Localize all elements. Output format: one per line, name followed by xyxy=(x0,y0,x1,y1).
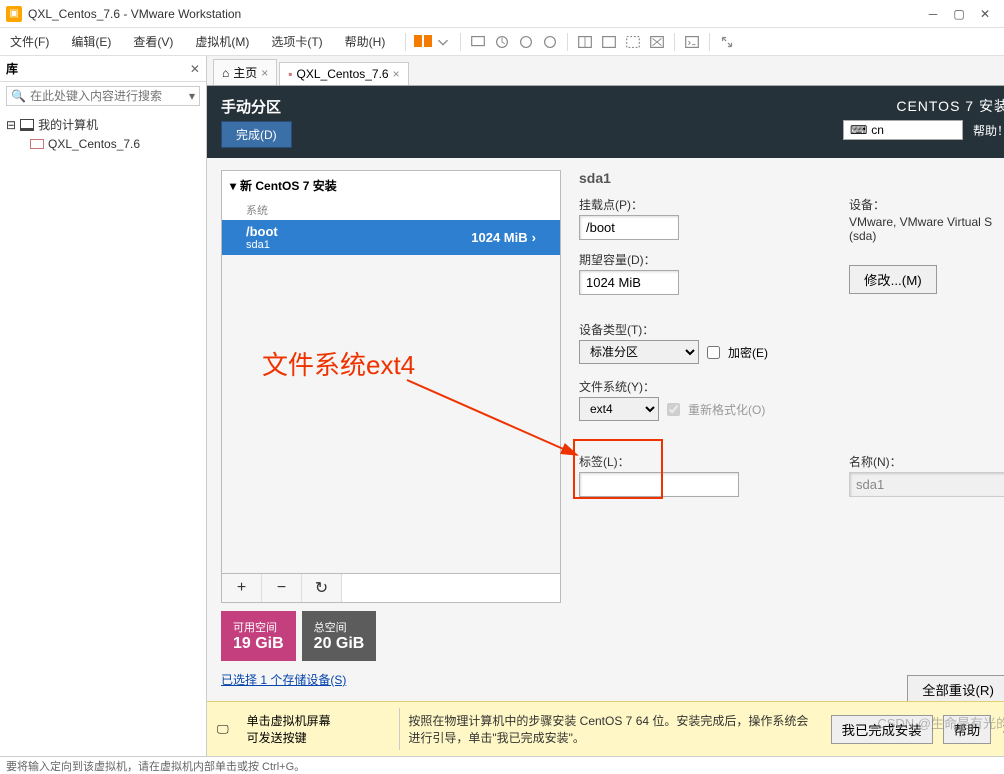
installer-header-title: 手动分区 xyxy=(221,96,292,117)
encrypt-checkbox[interactable] xyxy=(707,346,720,359)
available-space-label: 可用空间 xyxy=(233,619,284,635)
help-button[interactable]: 帮助 xyxy=(943,715,992,744)
window-title: QXL_Centos_7.6 - VMware Workstation xyxy=(28,7,926,21)
total-space-value: 20 GiB xyxy=(314,635,365,653)
yellowbar-hint1: 单击虚拟机屏幕 可发送按键 xyxy=(239,708,390,750)
status-bar: 要将输入定向到该虚拟机，请在虚拟机内部单击或按 Ctrl+G。 xyxy=(0,756,1004,774)
menu-view[interactable]: 查看(V) xyxy=(129,31,177,52)
close-icon[interactable]: ✕ xyxy=(978,7,992,21)
available-space-box: 可用空间 19 GiB xyxy=(221,611,296,661)
done-button[interactable]: 完成(D) xyxy=(221,121,292,148)
capacity-label: 期望容量(D)： xyxy=(579,251,809,268)
sidebar-search[interactable]: 🔍 ▾ xyxy=(6,86,200,106)
menu-tabs[interactable]: 选项卡(T) xyxy=(267,31,326,52)
menu-help[interactable]: 帮助(H) xyxy=(341,31,390,52)
annotation-arrow-icon xyxy=(402,375,592,475)
collapse-arrow-icon: ▾ xyxy=(230,179,236,193)
add-partition-button[interactable]: + xyxy=(222,574,262,602)
vm-icon xyxy=(30,139,44,149)
mountpoint-label: 挂载点(P)： xyxy=(579,196,809,213)
partition-device: sda1 xyxy=(246,239,278,251)
keyboard-icon: ⌨ xyxy=(850,123,867,137)
pause-icon[interactable] xyxy=(414,35,428,49)
reload-button[interactable]: ↻ xyxy=(302,574,342,602)
total-space-label: 总空间 xyxy=(314,619,365,635)
highlight-box xyxy=(573,439,663,499)
tab-vm-label: QXL_Centos_7.6 xyxy=(297,67,389,81)
menu-file[interactable]: 文件(F) xyxy=(6,31,53,52)
name-label: 名称(N)： xyxy=(849,453,1004,470)
home-icon: ⌂ xyxy=(222,66,229,80)
devtype-label: 设备类型(T)： xyxy=(579,321,809,338)
total-space-box: 总空间 20 GiB xyxy=(302,611,377,661)
encrypt-checkbox-label[interactable]: 加密(E) xyxy=(707,344,768,361)
toolbar-snapshot-icon[interactable] xyxy=(493,33,511,51)
tab-vm-close-icon[interactable]: × xyxy=(393,67,400,81)
tab-home-label: 主页 xyxy=(233,64,257,81)
device-name-heading: sda1 xyxy=(579,170,1004,186)
search-icon: 🔍 xyxy=(11,89,26,103)
storage-link[interactable]: 已选择 1 个存储设备(S) xyxy=(221,671,561,688)
sidebar-close-icon[interactable]: ✕ xyxy=(190,62,200,76)
toolbar-clock1-icon[interactable] xyxy=(517,33,535,51)
tab-home-close-icon[interactable]: × xyxy=(261,66,268,80)
device-label: 设备： xyxy=(849,196,1004,213)
chevron-right-icon: › xyxy=(532,230,536,245)
keyboard-selector[interactable]: ⌨ cn xyxy=(843,120,963,140)
tab-home[interactable]: ⌂ 主页 × xyxy=(213,59,277,85)
menu-vm[interactable]: 虚拟机(M) xyxy=(191,31,253,52)
toolbar-fullscreen-icon[interactable] xyxy=(576,33,594,51)
sidebar-header: 库 xyxy=(6,60,190,77)
remove-partition-button[interactable]: − xyxy=(262,574,302,602)
sidebar-vm-node[interactable]: QXL_Centos_7.6 xyxy=(30,135,200,153)
partition-row[interactable]: /boot sda1 1024 MiB › xyxy=(222,220,560,255)
partlist-header[interactable]: ▾ 新 CentOS 7 安装 xyxy=(222,171,560,200)
os-name-label: CENTOS 7 安装 xyxy=(843,96,1004,116)
mountpoint-input[interactable] xyxy=(579,215,679,240)
modify-button[interactable]: 修改...(M) xyxy=(849,265,937,294)
reset-all-button[interactable]: 全部重设(R) xyxy=(907,675,1004,704)
name-input xyxy=(849,472,1004,497)
annotation-text: 文件系统ext4 xyxy=(262,345,415,382)
toolbar-fit-icon[interactable] xyxy=(624,33,642,51)
sidebar-root-node[interactable]: ⊟ 我的计算机 xyxy=(6,114,200,135)
device-value: VMware, VMware Virtual S (sda) xyxy=(849,215,1004,243)
capacity-input[interactable] xyxy=(579,270,679,295)
reformat-checkbox xyxy=(667,403,680,416)
screen-icon: 🖵 xyxy=(217,722,229,737)
partlist-subhead: 系统 xyxy=(222,200,560,220)
partition-size: 1024 MiB xyxy=(471,230,527,245)
reformat-checkbox-label: 重新格式化(O) xyxy=(667,401,765,418)
tab-vm[interactable]: ▪ QXL_Centos_7.6 × xyxy=(279,62,408,85)
toolbar-stretch-icon[interactable] xyxy=(648,33,666,51)
toolbar-clock2-icon[interactable] xyxy=(541,33,559,51)
vm-tab-icon: ▪ xyxy=(288,67,292,81)
toolbar-dropdown-icon[interactable] xyxy=(434,33,452,51)
computer-icon xyxy=(20,119,34,131)
partlist-title: 新 CentOS 7 安装 xyxy=(240,177,337,194)
toolbar-expand-icon[interactable] xyxy=(718,33,736,51)
done-install-button[interactable]: 我已完成安装 xyxy=(831,715,933,744)
toolbar-console-icon[interactable] xyxy=(683,33,701,51)
maximize-icon[interactable]: ▢ xyxy=(952,7,966,21)
fs-label: 文件系统(Y)： xyxy=(579,378,809,395)
yellowbar-hint2: 按照在物理计算机中的步骤安装 CentOS 7 64 位。安装完成后，操作系统会… xyxy=(399,708,820,750)
search-dropdown-icon[interactable]: ▾ xyxy=(189,89,195,103)
keyboard-value: cn xyxy=(871,123,884,137)
tree-collapse-icon[interactable]: ⊟ xyxy=(6,118,16,132)
available-space-value: 19 GiB xyxy=(233,635,284,653)
help-link[interactable]: 帮助！ xyxy=(973,122,1004,139)
devtype-select[interactable]: 标准分区 xyxy=(579,340,699,364)
toolbar-unity-icon[interactable] xyxy=(600,33,618,51)
minimize-icon[interactable]: ─ xyxy=(926,7,940,21)
menu-edit[interactable]: 编辑(E) xyxy=(67,31,115,52)
vmware-app-icon: ▣ xyxy=(6,6,22,22)
partition-name: /boot xyxy=(246,224,278,239)
sidebar-root-label: 我的计算机 xyxy=(38,116,98,133)
search-input[interactable] xyxy=(30,89,185,103)
sidebar-vm-label: QXL_Centos_7.6 xyxy=(48,137,140,151)
toolbar-monitor-icon[interactable] xyxy=(469,33,487,51)
